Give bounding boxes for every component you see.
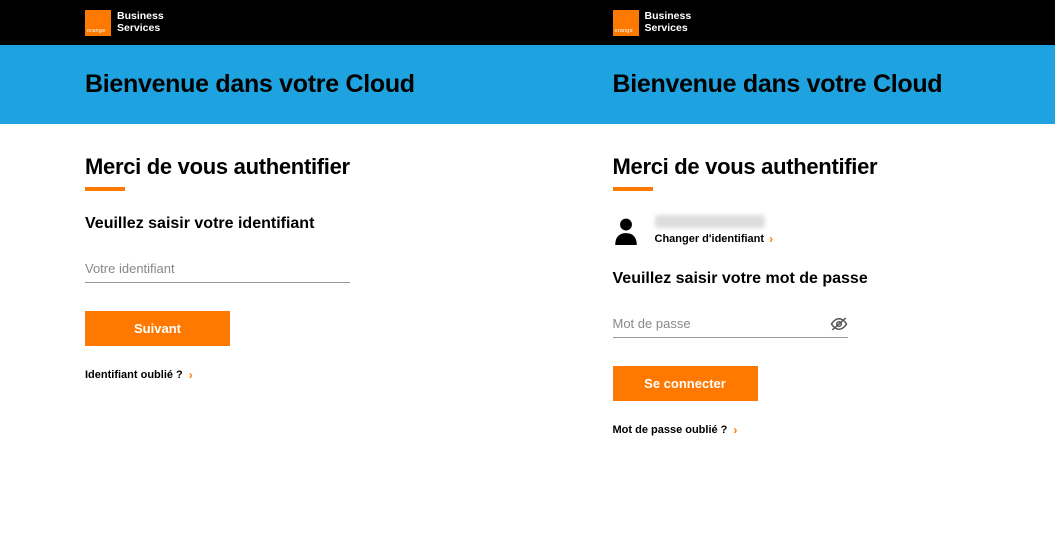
content-area: Merci de vous authentifier Veuillez sais… (0, 124, 528, 382)
brand-text: Business Services (645, 11, 692, 34)
orange-logo-icon (613, 10, 639, 36)
forgot-identifier-label: Identifiant oublié ? (85, 369, 183, 381)
orange-logo-icon (85, 10, 111, 36)
login-button[interactable]: Se connecter (613, 366, 758, 401)
brand-logo: Business Services (85, 10, 164, 36)
content-area: Merci de vous authentifier Changer d'ide… (528, 124, 1055, 437)
panel-password-step: Business Services Bienvenue dans votre C… (528, 0, 1055, 437)
chevron-right-icon: › (769, 232, 773, 246)
next-button[interactable]: Suivant (85, 311, 230, 346)
user-icon (613, 217, 639, 245)
brand-line1: Business (645, 10, 692, 22)
banner: Bienvenue dans votre Cloud (0, 45, 528, 124)
chevron-right-icon: › (189, 368, 193, 382)
topbar: Business Services (528, 0, 1055, 45)
identifier-input[interactable] (85, 255, 350, 283)
identifier-prompt: Veuillez saisir votre identifiant (85, 215, 468, 233)
brand-logo: Business Services (613, 10, 692, 36)
panel-identifier-step: Business Services Bienvenue dans votre C… (0, 0, 528, 437)
topbar: Business Services (0, 0, 528, 45)
brand-line2: Services (117, 22, 160, 34)
change-identifier-link[interactable]: Changer d'identifiant › (655, 232, 774, 246)
change-identifier-label: Changer d'identifiant (655, 233, 765, 245)
accent-bar (613, 187, 653, 191)
password-input-row (613, 310, 848, 338)
auth-title: Merci de vous authentifier (613, 154, 996, 180)
password-prompt: Veuillez saisir votre mot de passe (613, 270, 996, 288)
forgot-password-label: Mot de passe oublié ? (613, 424, 728, 436)
accent-bar (85, 187, 125, 191)
auth-title: Merci de vous authentifier (85, 154, 468, 180)
brand-text: Business Services (117, 11, 164, 34)
banner: Bienvenue dans votre Cloud (528, 45, 1055, 124)
user-block: Changer d'identifiant › (613, 215, 996, 246)
password-input[interactable] (613, 310, 830, 337)
brand-line2: Services (645, 22, 688, 34)
forgot-password-link[interactable]: Mot de passe oublié ? › (613, 423, 996, 437)
user-meta: Changer d'identifiant › (655, 215, 774, 246)
chevron-right-icon: › (733, 423, 737, 437)
brand-line1: Business (117, 10, 164, 22)
user-name-redacted (655, 215, 765, 228)
banner-title: Bienvenue dans votre Cloud (613, 70, 1026, 99)
eye-off-icon[interactable] (830, 317, 848, 331)
forgot-identifier-link[interactable]: Identifiant oublié ? › (85, 368, 468, 382)
banner-title: Bienvenue dans votre Cloud (85, 70, 498, 99)
